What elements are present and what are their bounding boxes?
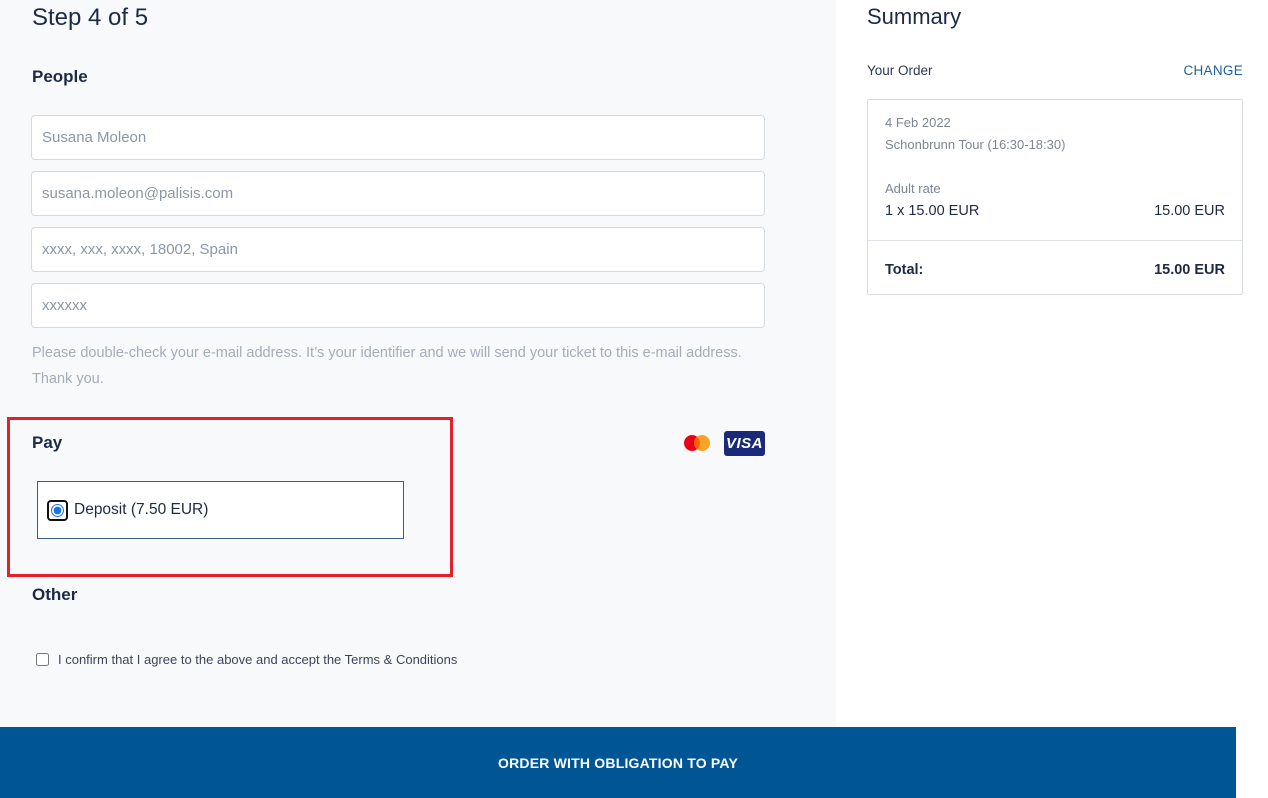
people-heading: People xyxy=(32,67,88,86)
radio-focus-ring xyxy=(47,499,68,521)
divider xyxy=(868,240,1242,241)
other-heading: Other xyxy=(32,585,78,604)
email-field[interactable] xyxy=(32,172,764,215)
address-field[interactable] xyxy=(32,228,764,271)
order-summary-box: 4 Feb 2022 Schonbrunn Tour (16:30-18:30)… xyxy=(867,99,1243,295)
deposit-option[interactable]: Deposit (7.50 EUR) xyxy=(37,481,404,539)
address-field-wrapper xyxy=(31,227,765,272)
order-button[interactable]: ORDER WITH OBLIGATION TO PAY xyxy=(0,727,1236,798)
terms-checkbox[interactable] xyxy=(36,653,49,666)
terms-confirm[interactable]: I confirm that I agree to the above and … xyxy=(36,652,457,667)
visa-icon: VISA xyxy=(724,431,765,456)
name-field-wrapper xyxy=(31,115,765,160)
deposit-label: Deposit (7.50 EUR) xyxy=(74,501,209,518)
phone-field-wrapper xyxy=(31,283,765,328)
order-tour: Schonbrunn Tour (16:30-18:30) xyxy=(885,137,1066,152)
total-value: 15.00 EUR xyxy=(1154,262,1225,278)
email-hint: Please double-check your e-mail address.… xyxy=(32,345,742,387)
terms-label: I confirm that I agree to the above and … xyxy=(58,652,458,667)
change-order-link[interactable]: CHANGE xyxy=(1183,63,1243,78)
quantity-line: 1 x 15.00 EUR xyxy=(885,203,980,219)
mastercard-icon xyxy=(684,435,710,451)
email-field-wrapper xyxy=(31,171,765,216)
summary-title: Summary xyxy=(867,4,962,29)
deposit-radio[interactable] xyxy=(51,503,64,517)
line-price: 15.00 EUR xyxy=(1154,203,1225,219)
phone-field[interactable] xyxy=(32,284,764,327)
page-title: Step 4 of 5 xyxy=(32,4,149,31)
your-order-label: Your Order xyxy=(867,63,933,78)
total-label: Total: xyxy=(885,262,924,278)
order-date: 4 Feb 2022 xyxy=(885,115,951,130)
checkout-form-panel: Step 4 of 5 People Please double-check y… xyxy=(0,0,836,727)
rate-label: Adult rate xyxy=(885,181,941,196)
name-field[interactable] xyxy=(32,116,764,159)
